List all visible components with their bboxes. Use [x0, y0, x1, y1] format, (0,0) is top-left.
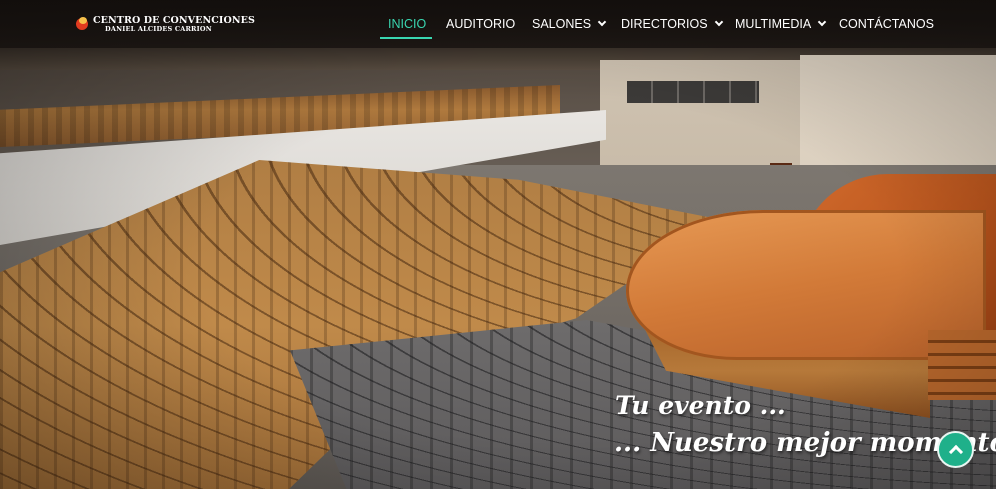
nav-item-label: MULTIMEDIA: [735, 17, 812, 31]
brand-logo-link[interactable]: CENTRO DE CONVENCIONES DANIEL ALCIDES CA…: [76, 14, 255, 33]
nav-item-label: AUDITORIO: [446, 17, 516, 31]
nav-item-multimedia[interactable]: MULTIMEDIA: [735, 0, 827, 48]
nav-item-label: CONTÁCTANOS: [839, 17, 934, 31]
nav-item-auditorio[interactable]: AUDITORIO: [446, 0, 515, 48]
hero-photo: [0, 0, 996, 489]
brand-text: CENTRO DE CONVENCIONES DANIEL ALCIDES CA…: [93, 14, 255, 33]
hero-tagline-line1: Tu evento ...: [615, 391, 786, 420]
chevron-down-icon: [597, 17, 607, 27]
navbar: CENTRO DE CONVENCIONES DANIEL ALCIDES CA…: [0, 0, 996, 48]
nav-item-contactanos[interactable]: CONTÁCTANOS: [839, 0, 934, 48]
chevron-down-icon: [714, 17, 723, 27]
nav-item-label: DIRECTORIOS: [621, 17, 708, 31]
brand-title: CENTRO DE CONVENCIONES: [93, 14, 255, 26]
brand-subtitle: DANIEL ALCIDES CARRION: [105, 25, 212, 33]
nav-item-salones[interactable]: SALONES: [532, 0, 607, 48]
nav-item-directorios[interactable]: DIRECTORIOS: [621, 0, 723, 48]
nav-item-label: INICIO: [388, 17, 427, 31]
vignette: [0, 0, 996, 489]
nav-item-inicio[interactable]: INICIO: [379, 0, 433, 48]
nav-item-label: SALONES: [532, 17, 592, 31]
brand-logo-icon: [76, 17, 90, 31]
chevron-down-icon: [817, 17, 827, 27]
chevron-up-icon: [948, 444, 963, 460]
back-to-top-button[interactable]: [937, 431, 974, 468]
